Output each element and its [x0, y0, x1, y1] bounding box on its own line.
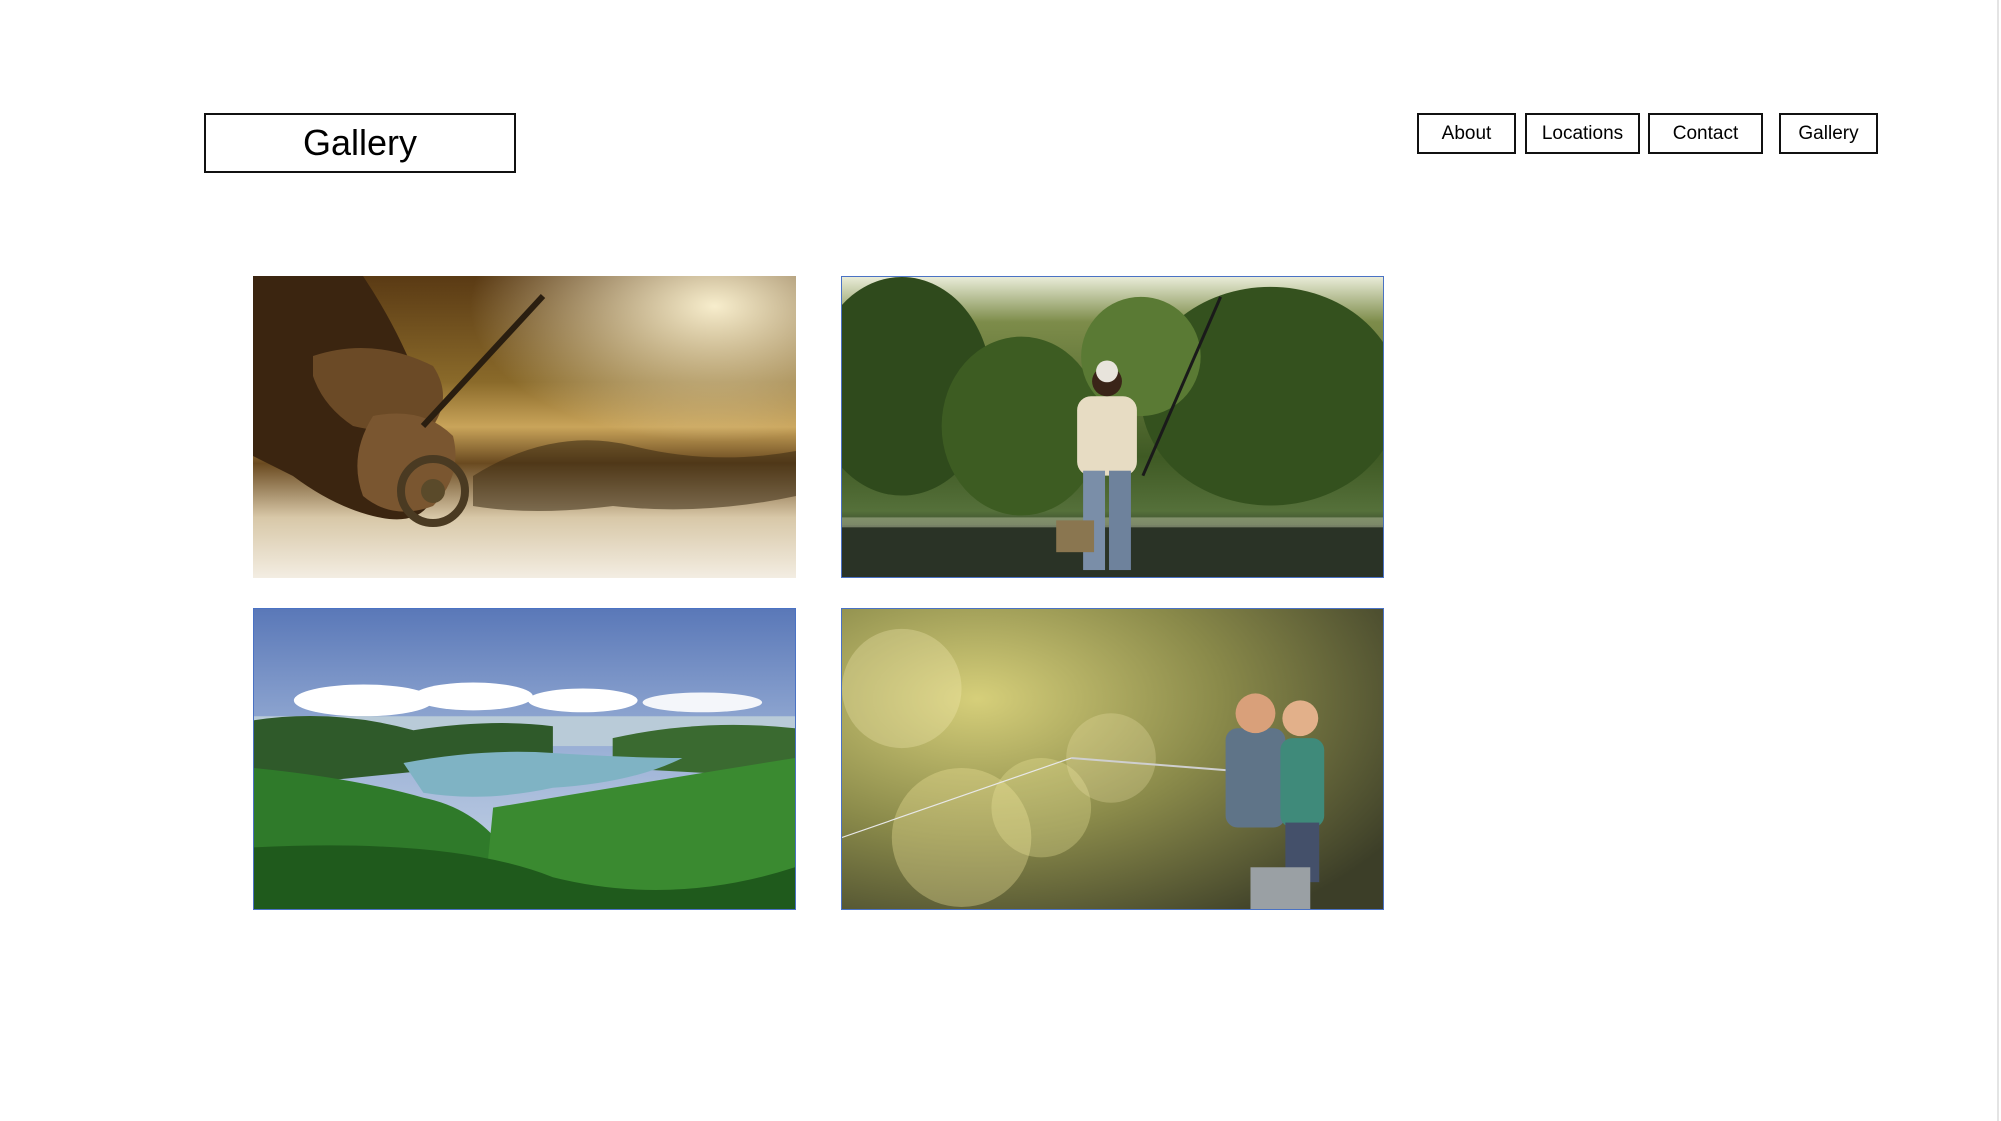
gallery-photo-river-angler[interactable]: [841, 276, 1384, 578]
nav-gallery-button[interactable]: Gallery: [1779, 113, 1878, 154]
fly-reel-image: [253, 276, 796, 578]
window-edge: [1997, 0, 1999, 1121]
gallery-photo-lake-landscape[interactable]: [253, 608, 796, 910]
river-angler-image: [842, 277, 1383, 577]
page: Gallery About Locations Contact Gallery: [0, 0, 2001, 1121]
nav-contact-button[interactable]: Contact: [1648, 113, 1763, 154]
nav-about-button[interactable]: About: [1417, 113, 1516, 154]
gallery-photo-fly-reel[interactable]: [253, 276, 796, 578]
nav-locations-button[interactable]: Locations: [1525, 113, 1640, 154]
page-title: Gallery: [204, 113, 516, 173]
lake-landscape-image: [254, 609, 795, 909]
father-son-fishing-image: [842, 609, 1383, 909]
gallery-photo-father-son-fishing[interactable]: [841, 608, 1384, 910]
